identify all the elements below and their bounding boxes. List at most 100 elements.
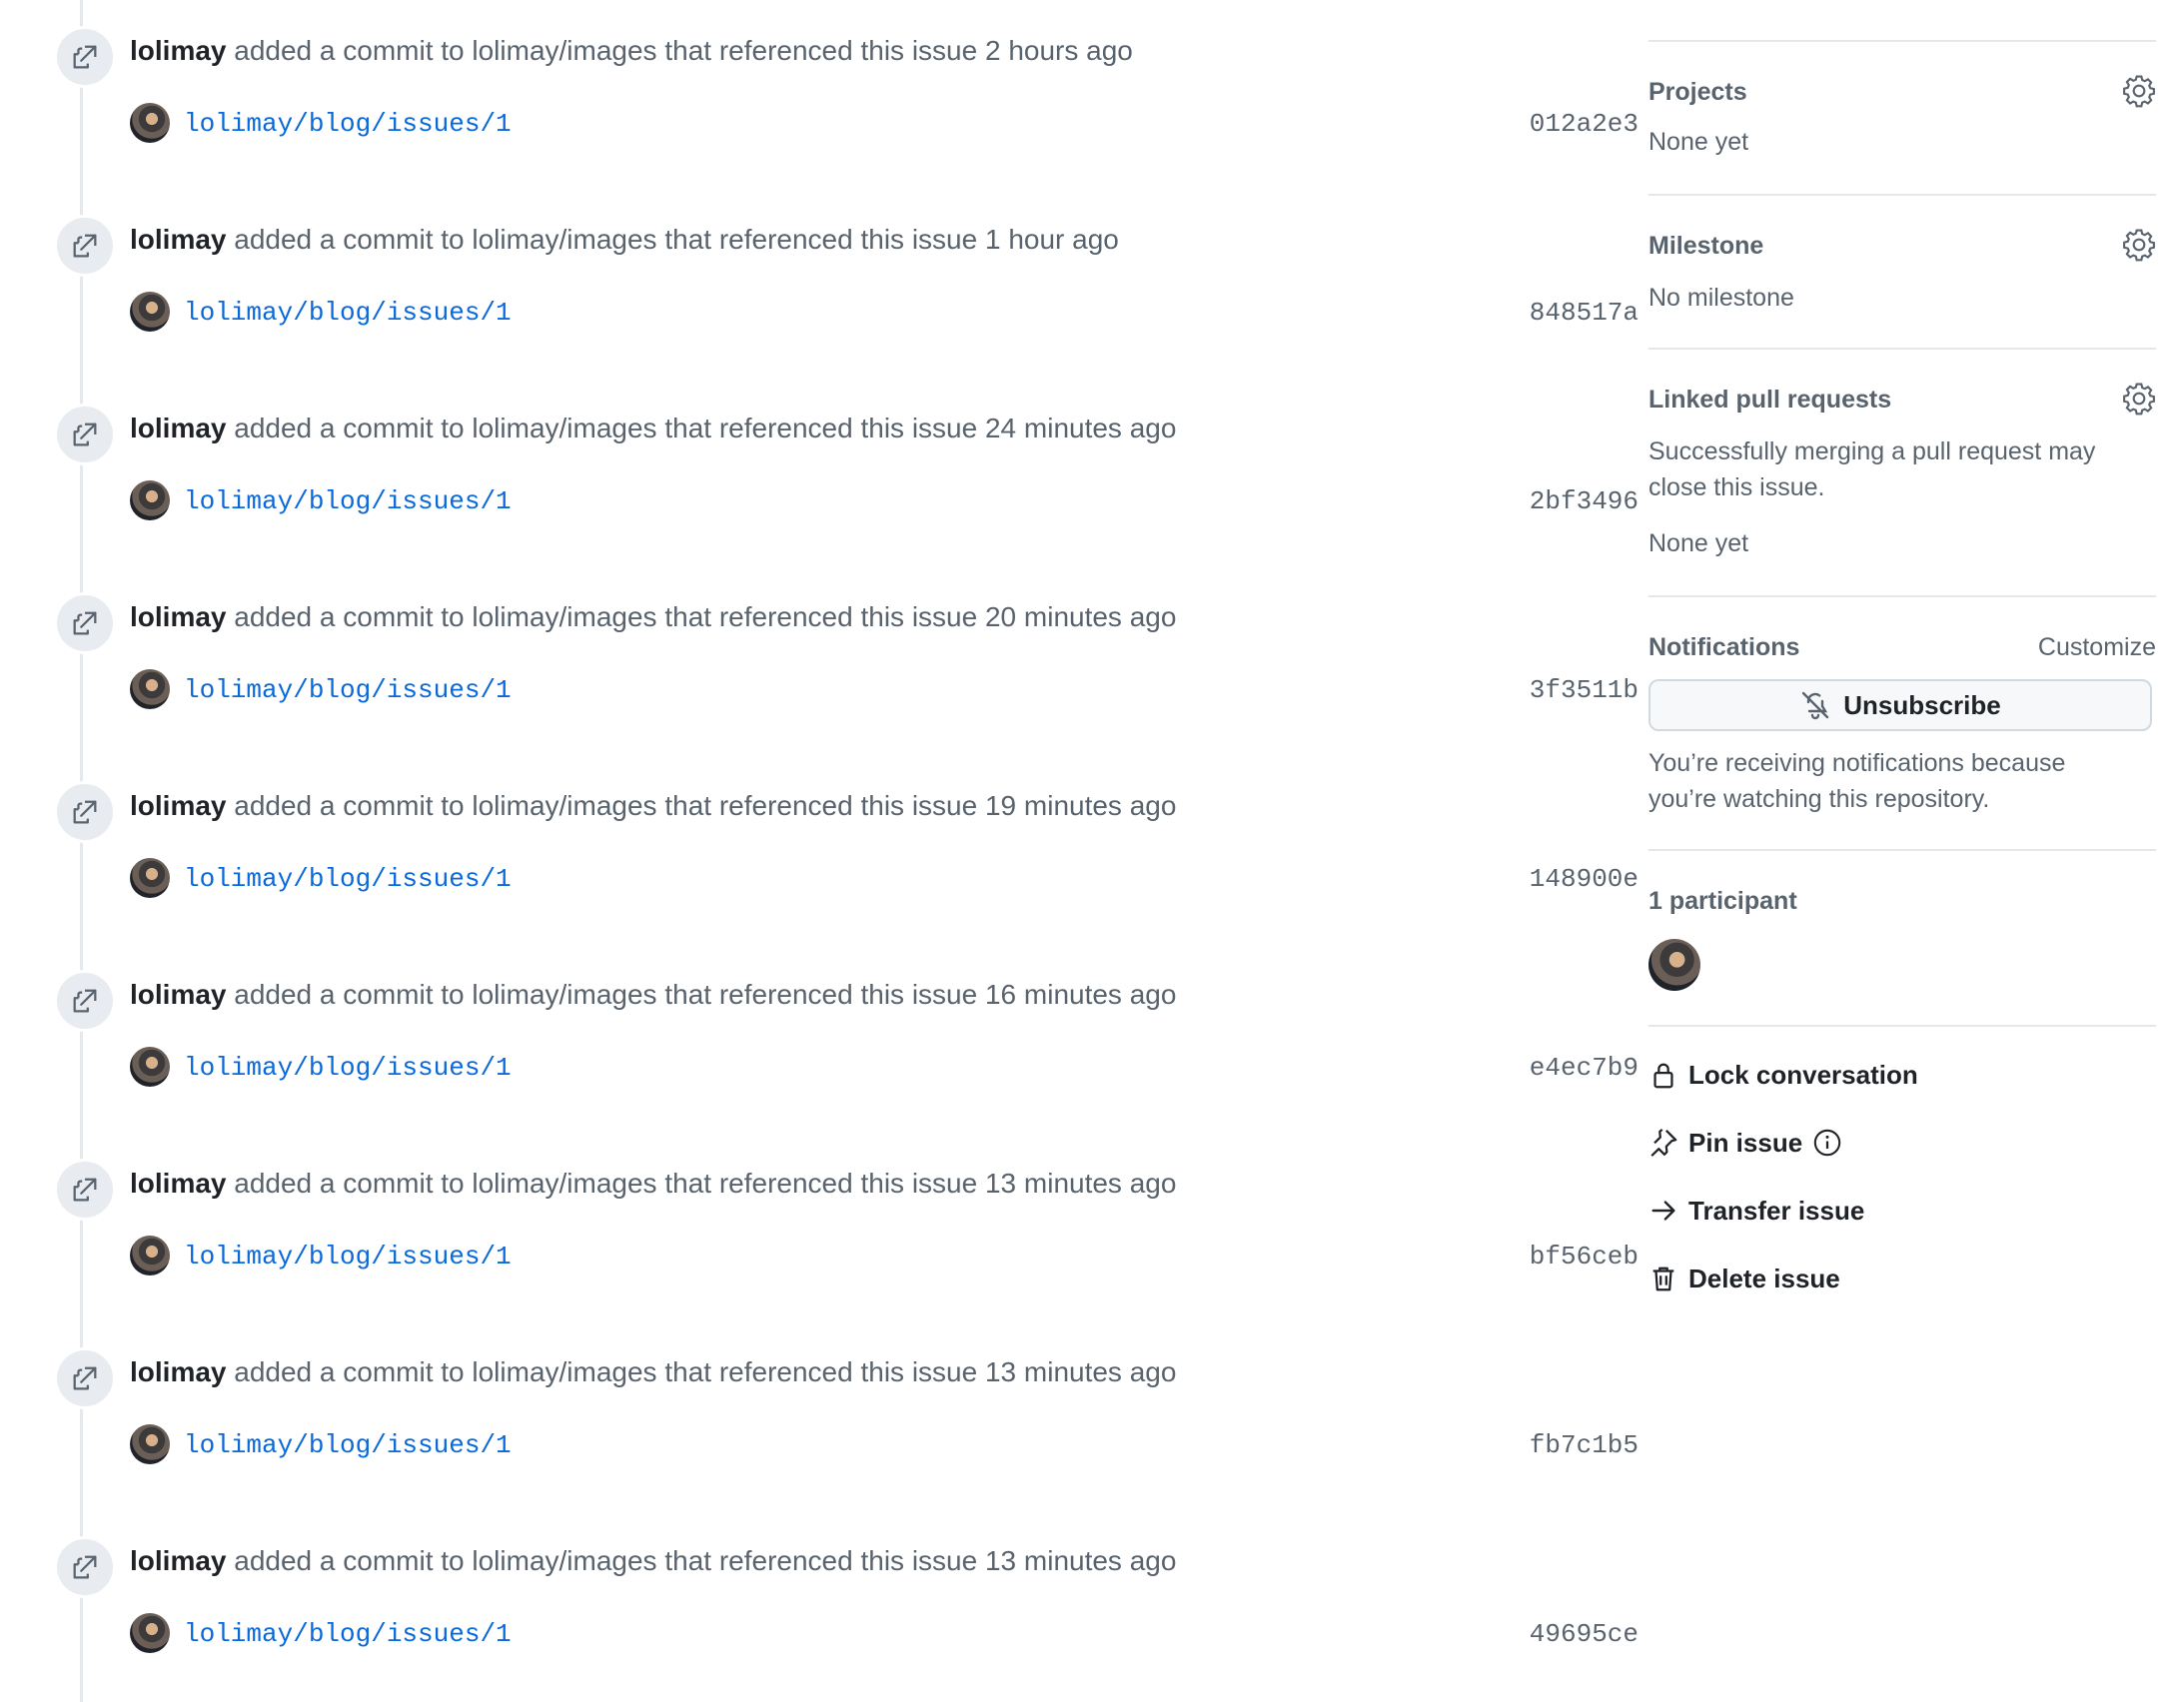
cross-reference-icon: [73, 800, 97, 824]
sidebar-divider: [1648, 40, 2156, 42]
unsubscribe-button[interactable]: Unsubscribe: [1648, 679, 2152, 731]
lock-conversation-button[interactable]: Lock conversation: [1648, 1055, 1918, 1095]
event-author-link[interactable]: lolimay: [130, 790, 226, 821]
avatar[interactable]: [130, 103, 170, 143]
avatar[interactable]: [130, 1047, 170, 1087]
bell-slash-icon: [1802, 691, 1829, 720]
event-action-text: added a commit to lolimay/images that re…: [234, 979, 978, 1010]
commit-sha-link[interactable]: 2bf3496: [1530, 485, 1638, 517]
info-icon[interactable]: [1812, 1128, 1842, 1158]
event-author-link[interactable]: lolimay: [130, 413, 226, 443]
avatar[interactable]: [130, 292, 170, 332]
commit-sha-link[interactable]: 848517a: [1530, 297, 1638, 329]
event-timestamp[interactable]: 1 hour ago: [985, 224, 1119, 255]
timeline-badge: [54, 970, 116, 1032]
commit-sha-link[interactable]: 148900e: [1530, 863, 1638, 895]
event-timestamp[interactable]: 13 minutes ago: [985, 1545, 1176, 1576]
avatar[interactable]: [130, 669, 170, 709]
event-title: lolimay added a commit to lolimay/images…: [130, 978, 1176, 1012]
event-author-link[interactable]: lolimay: [130, 601, 226, 632]
commit-sha-link[interactable]: bf56ceb: [1530, 1241, 1638, 1273]
commit-message-link[interactable]: lolimay/blog/issues/1: [184, 1618, 512, 1650]
cross-reference-icon: [73, 1178, 97, 1202]
milestone-gear-icon[interactable]: [2122, 228, 2156, 262]
event-action-text: added a commit to lolimay/images that re…: [234, 413, 978, 443]
timeline-event: lolimay added a commit to lolimay/images…: [0, 558, 1638, 748]
event-author-link[interactable]: lolimay: [130, 1545, 226, 1576]
event-action-text: added a commit to lolimay/images that re…: [234, 1356, 978, 1387]
commit-message-link[interactable]: lolimay/blog/issues/1: [184, 297, 512, 329]
transfer-issue-button[interactable]: Transfer issue: [1648, 1191, 1864, 1231]
timeline-badge: [54, 26, 116, 88]
projects-gear-icon[interactable]: [2122, 74, 2156, 108]
timeline-event: lolimay added a commit to lolimay/images…: [0, 181, 1638, 371]
event-author-link[interactable]: lolimay: [130, 35, 226, 66]
event-title: lolimay added a commit to lolimay/images…: [130, 789, 1176, 823]
pin-issue-label: Pin issue: [1688, 1127, 1803, 1158]
event-timestamp[interactable]: 13 minutes ago: [985, 1356, 1176, 1387]
milestone-heading[interactable]: Milestone: [1648, 230, 1763, 262]
timeline-badge: [54, 592, 116, 654]
avatar[interactable]: [130, 1236, 170, 1276]
timeline-badge: [54, 1159, 116, 1221]
participant-avatar[interactable]: [1648, 939, 1700, 991]
notifications-reason: You’re receiving notifications because y…: [1648, 749, 2066, 813]
timeline-badge: [54, 404, 116, 465]
commit-message-link[interactable]: lolimay/blog/issues/1: [184, 485, 512, 517]
issue-sidebar: Projects None yet Milestone No milestone…: [1648, 0, 2156, 1702]
event-author-link[interactable]: lolimay: [130, 979, 226, 1010]
event-author-link[interactable]: lolimay: [130, 224, 226, 255]
commit-sha-link[interactable]: e4ec7b9: [1530, 1052, 1638, 1084]
commit-row: lolimay/blog/issues/1 49695ce: [130, 1612, 1638, 1656]
commit-message-link[interactable]: lolimay/blog/issues/1: [184, 863, 512, 895]
event-action-text: added a commit to lolimay/images that re…: [234, 1545, 978, 1576]
commit-sha-link[interactable]: fb7c1b5: [1530, 1429, 1638, 1461]
avatar[interactable]: [130, 1424, 170, 1464]
commit-message-link[interactable]: lolimay/blog/issues/1: [184, 1429, 512, 1461]
linked-prs-gear-icon[interactable]: [2122, 382, 2156, 416]
event-timestamp[interactable]: 13 minutes ago: [985, 1168, 1176, 1199]
customize-notifications-link[interactable]: Customize: [2038, 631, 2156, 663]
event-timestamp[interactable]: 19 minutes ago: [985, 790, 1176, 821]
event-action-text: added a commit to lolimay/images that re…: [234, 224, 978, 255]
event-action-text: added a commit to lolimay/images that re…: [234, 1168, 978, 1199]
timeline-event: lolimay added a commit to lolimay/images…: [0, 1502, 1638, 1692]
commit-row: lolimay/blog/issues/1 fb7c1b5: [130, 1423, 1638, 1467]
commit-row: lolimay/blog/issues/1 3f3511b: [130, 668, 1638, 712]
linked-prs-description: Successfully merging a pull request may …: [1648, 437, 2096, 501]
commit-message-link[interactable]: lolimay/blog/issues/1: [184, 108, 512, 140]
avatar[interactable]: [130, 1613, 170, 1653]
timeline-badge: [54, 1347, 116, 1409]
commit-message-link[interactable]: lolimay/blog/issues/1: [184, 1241, 512, 1273]
avatar[interactable]: [130, 480, 170, 520]
commit-sha-link[interactable]: 3f3511b: [1530, 674, 1638, 706]
arrow-right-icon: [1651, 1201, 1675, 1221]
event-author-link[interactable]: lolimay: [130, 1356, 226, 1387]
commit-row: lolimay/blog/issues/1 e4ec7b9: [130, 1046, 1638, 1090]
linked-prs-heading[interactable]: Linked pull requests: [1648, 384, 1891, 416]
pin-issue-button[interactable]: Pin issue: [1648, 1123, 1842, 1163]
pin-icon: [1650, 1129, 1677, 1157]
event-title: lolimay added a commit to lolimay/images…: [130, 1355, 1176, 1389]
commit-sha-link[interactable]: 49695ce: [1530, 1618, 1638, 1650]
delete-issue-button[interactable]: Delete issue: [1648, 1259, 1840, 1298]
event-timestamp[interactable]: 16 minutes ago: [985, 979, 1176, 1010]
event-timestamp[interactable]: 24 minutes ago: [985, 413, 1176, 443]
event-title: lolimay added a commit to lolimay/images…: [130, 34, 1133, 68]
sidebar-divider: [1648, 194, 2156, 196]
commit-message-link[interactable]: lolimay/blog/issues/1: [184, 674, 512, 706]
commit-row: lolimay/blog/issues/1 148900e: [130, 857, 1638, 901]
event-timestamp[interactable]: 20 minutes ago: [985, 601, 1176, 632]
timeline: lolimay added a commit to lolimay/images…: [0, 0, 1638, 1702]
event-title: lolimay added a commit to lolimay/images…: [130, 223, 1119, 257]
event-timestamp[interactable]: 2 hours ago: [985, 35, 1133, 66]
notifications-heading: Notifications: [1648, 633, 1800, 661]
commit-message-link[interactable]: lolimay/blog/issues/1: [184, 1052, 512, 1084]
sidebar-divider: [1648, 849, 2156, 851]
event-title: lolimay added a commit to lolimay/images…: [130, 1544, 1176, 1578]
projects-value: None yet: [1648, 128, 1749, 156]
commit-sha-link[interactable]: 012a2e3: [1530, 108, 1638, 140]
projects-heading[interactable]: Projects: [1648, 76, 1747, 108]
avatar[interactable]: [130, 858, 170, 898]
event-author-link[interactable]: lolimay: [130, 1168, 226, 1199]
